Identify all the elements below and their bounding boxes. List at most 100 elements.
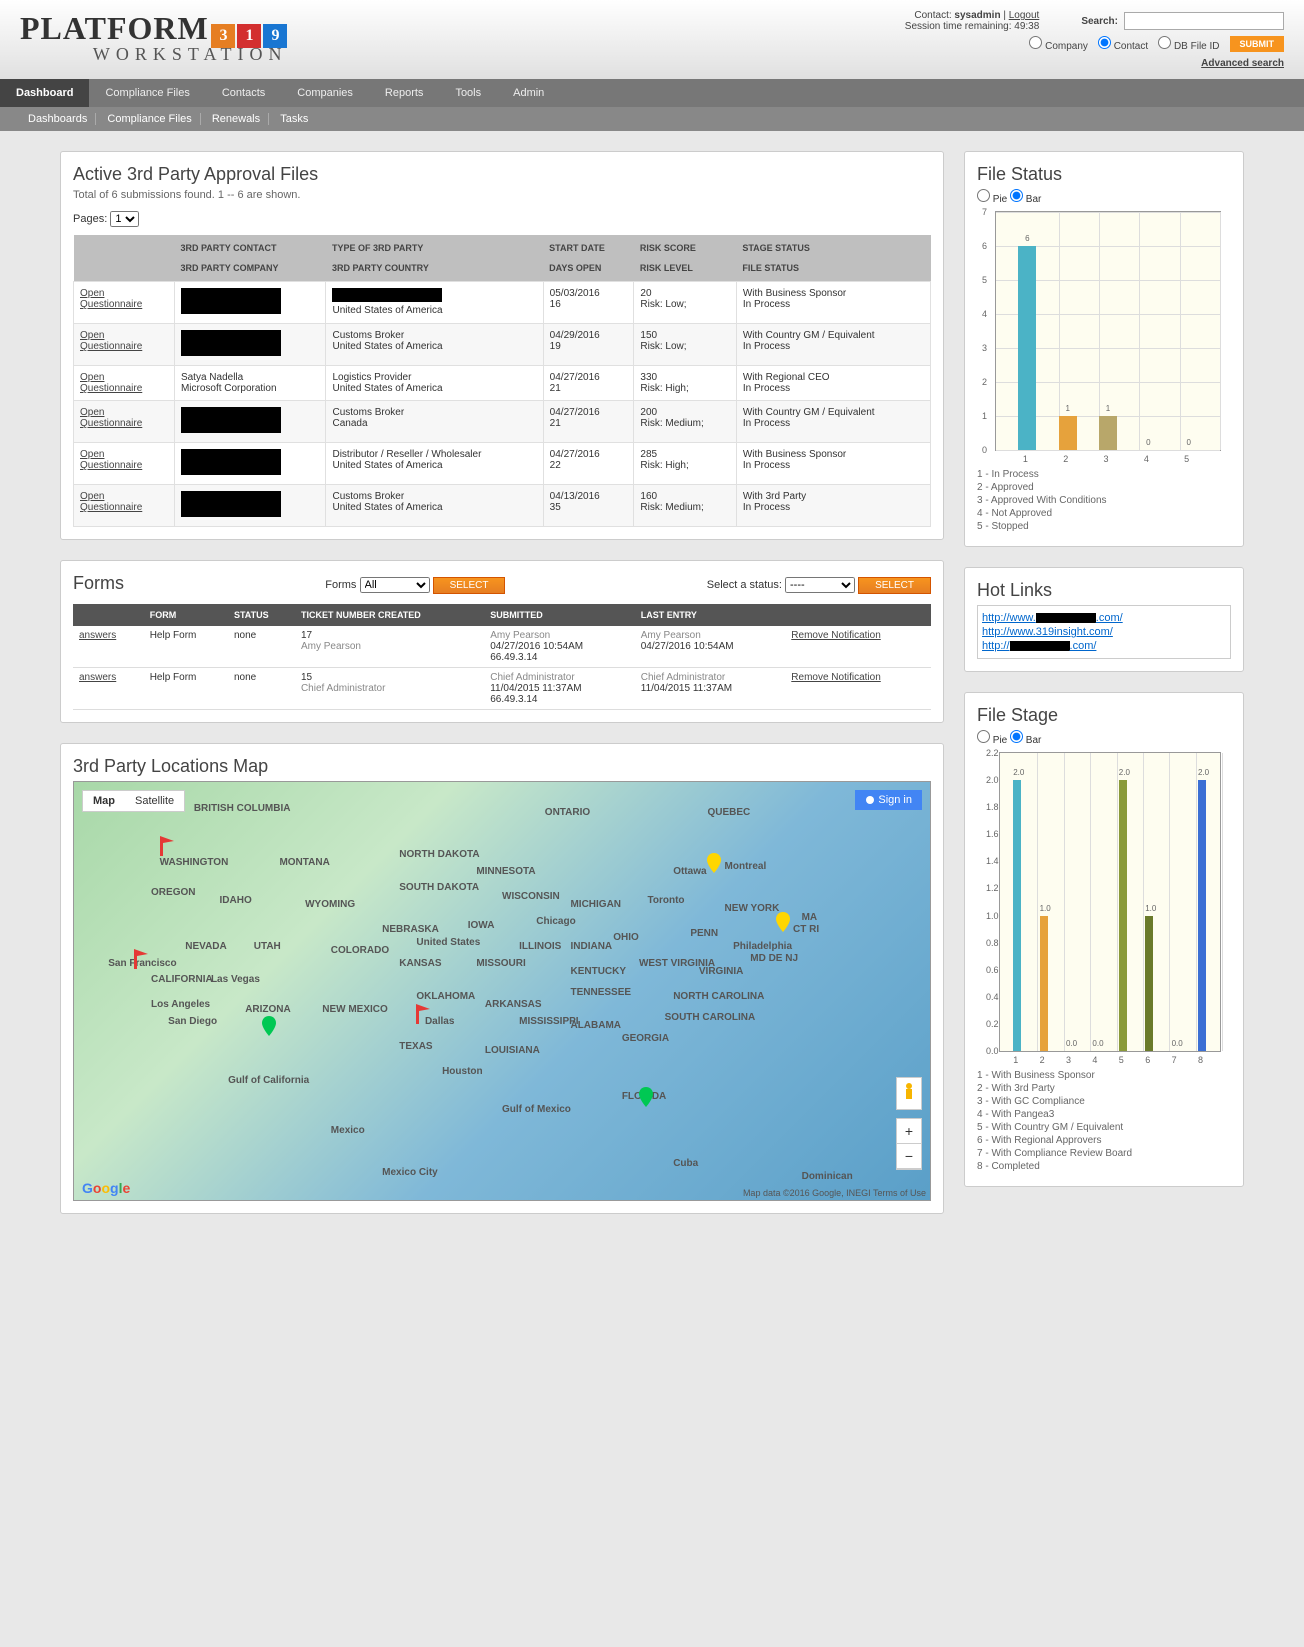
questionnaire-link[interactable]: Questionnaire bbox=[80, 418, 142, 429]
map-pin-yellow[interactable] bbox=[707, 853, 721, 873]
forms-select[interactable]: All bbox=[360, 577, 430, 593]
map-label: Philadelphia bbox=[733, 941, 792, 952]
status-select[interactable]: ---- bbox=[785, 577, 855, 593]
open-link[interactable]: Open bbox=[80, 288, 104, 299]
forms-select-button[interactable]: SELECT bbox=[433, 577, 506, 594]
map-label: KANSAS bbox=[399, 958, 441, 969]
pages-label: Pages: bbox=[73, 213, 107, 225]
pages-select[interactable]: 1 bbox=[110, 211, 139, 227]
tab-reports[interactable]: Reports bbox=[369, 79, 440, 107]
advanced-search-link[interactable]: Advanced search bbox=[1201, 58, 1284, 69]
panel-file-status: File Status Pie Bar 012345676112130405 1… bbox=[964, 151, 1244, 547]
map-title: 3rd Party Locations Map bbox=[73, 756, 931, 777]
map-label: KENTUCKY bbox=[570, 966, 626, 977]
map-label: NEW MEXICO bbox=[322, 1004, 388, 1015]
map-label: ARKANSAS bbox=[485, 999, 542, 1010]
table-row: OpenQuestionnaire Satya NadellaMicrosoft… bbox=[74, 366, 931, 401]
header: PLATFORM 3 1 9 WORKSTATION Contact: sysa… bbox=[0, 0, 1304, 79]
pegman-icon[interactable] bbox=[896, 1077, 922, 1110]
questionnaire-link[interactable]: Questionnaire bbox=[80, 299, 142, 310]
questionnaire-link[interactable]: Questionnaire bbox=[80, 383, 142, 394]
radio-dbfile[interactable]: DB File ID bbox=[1158, 36, 1219, 52]
file-stage-title: File Stage bbox=[977, 705, 1231, 726]
map-label: WISCONSIN bbox=[502, 891, 560, 902]
radio-contact[interactable]: Contact bbox=[1098, 36, 1148, 52]
panel-file-stage: File Stage Pie Bar 0.00.20.40.60.81.01.2… bbox=[964, 692, 1244, 1187]
map-label: TENNESSEE bbox=[570, 987, 631, 998]
nav-secondary: Dashboards Compliance Files Renewals Tas… bbox=[0, 107, 1304, 131]
status-label: Select a status: bbox=[707, 579, 782, 591]
map-pin-green[interactable] bbox=[262, 1016, 276, 1036]
tab-contacts[interactable]: Contacts bbox=[206, 79, 281, 107]
radio-company[interactable]: Company bbox=[1029, 36, 1088, 52]
map-canvas[interactable]: Map Satellite Sign in + − BRITISH COLUMB… bbox=[73, 781, 931, 1201]
subnav-tasks[interactable]: Tasks bbox=[272, 113, 316, 125]
contact-info: Contact: sysadmin | Logout Session time … bbox=[905, 10, 1040, 32]
map-label: WASHINGTON bbox=[160, 857, 229, 868]
subnav-renewals[interactable]: Renewals bbox=[204, 113, 269, 125]
map-label: SOUTH DAKOTA bbox=[399, 882, 479, 893]
map-label: INDIANA bbox=[570, 941, 612, 952]
map-label: OKLAHOMA bbox=[416, 991, 475, 1002]
forms-title: Forms bbox=[73, 573, 124, 594]
stage-pie-radio[interactable]: Pie bbox=[977, 735, 1007, 746]
logout-link[interactable]: Logout bbox=[1009, 10, 1040, 21]
questionnaire-link[interactable]: Questionnaire bbox=[80, 502, 142, 513]
logo: PLATFORM 3 1 9 WORKSTATION bbox=[20, 10, 287, 65]
search-input[interactable] bbox=[1124, 12, 1284, 30]
tab-compliance-files[interactable]: Compliance Files bbox=[89, 79, 205, 107]
status-pie-radio[interactable]: Pie bbox=[977, 194, 1007, 205]
stage-bar-radio[interactable]: Bar bbox=[1010, 735, 1041, 746]
map-type-control[interactable]: Map Satellite bbox=[82, 790, 185, 812]
zoom-in-button[interactable]: + bbox=[897, 1119, 921, 1144]
remove-notification-link[interactable]: Remove Notification bbox=[791, 672, 880, 683]
map-label: CT RI bbox=[793, 924, 819, 935]
map-pin-red[interactable] bbox=[416, 1004, 430, 1024]
panel-hotlinks: Hot Links http://www..com/ http://www.31… bbox=[964, 567, 1244, 672]
tab-dashboard[interactable]: Dashboard bbox=[0, 79, 89, 107]
open-link[interactable]: Open bbox=[80, 330, 104, 341]
chart-bar: 2.0 bbox=[1119, 780, 1127, 1051]
tab-admin[interactable]: Admin bbox=[497, 79, 560, 107]
map-pin-green[interactable] bbox=[639, 1087, 653, 1107]
map-signin-button[interactable]: Sign in bbox=[855, 790, 922, 810]
subnav-compliance[interactable]: Compliance Files bbox=[99, 113, 200, 125]
submit-button[interactable]: SUBMIT bbox=[1230, 36, 1285, 52]
map-label: Houston bbox=[442, 1066, 483, 1077]
map-pin-yellow[interactable] bbox=[776, 912, 790, 932]
zoom-control[interactable]: + − bbox=[896, 1118, 922, 1170]
open-link[interactable]: Open bbox=[80, 491, 104, 502]
status-bar-radio[interactable]: Bar bbox=[1010, 194, 1041, 205]
approval-subtitle: Total of 6 submissions found. 1 -- 6 are… bbox=[73, 189, 931, 201]
map-tab-satellite[interactable]: Satellite bbox=[125, 791, 184, 811]
map-tab-map[interactable]: Map bbox=[83, 791, 125, 811]
status-select-button[interactable]: SELECT bbox=[858, 577, 931, 594]
file-status-chart: 012345676112130405 bbox=[995, 211, 1221, 451]
search-label: Search: bbox=[1081, 16, 1118, 27]
hotlink-3[interactable]: http://.com/ bbox=[982, 640, 1226, 652]
tab-tools[interactable]: Tools bbox=[439, 79, 497, 107]
open-link[interactable]: Open bbox=[80, 372, 104, 383]
map-label: CALIFORNIA bbox=[151, 974, 213, 985]
chart-bar: 1 bbox=[1059, 416, 1077, 450]
questionnaire-link[interactable]: Questionnaire bbox=[80, 341, 142, 352]
remove-notification-link[interactable]: Remove Notification bbox=[791, 630, 880, 641]
open-link[interactable]: Open bbox=[80, 449, 104, 460]
hotlink-2[interactable]: http://www.319insight.com/ bbox=[982, 626, 1226, 638]
map-pin-red[interactable] bbox=[160, 836, 174, 856]
subnav-dashboards[interactable]: Dashboards bbox=[20, 113, 96, 125]
map-pin-red[interactable] bbox=[134, 949, 148, 969]
hotlink-1[interactable]: http://www..com/ bbox=[982, 612, 1226, 624]
chart-bar: 2.0 bbox=[1013, 780, 1021, 1051]
open-link[interactable]: Open bbox=[80, 407, 104, 418]
file-stage-legend: 1 - With Business Sponsor2 - With 3rd Pa… bbox=[977, 1070, 1231, 1172]
questionnaire-link[interactable]: Questionnaire bbox=[80, 460, 142, 471]
map-label: Cuba bbox=[673, 1158, 698, 1169]
tab-companies[interactable]: Companies bbox=[281, 79, 369, 107]
forms-label: Forms bbox=[325, 579, 356, 591]
answers-link[interactable]: answers bbox=[79, 630, 116, 641]
map-label: MICHIGAN bbox=[570, 899, 621, 910]
answers-link[interactable]: answers bbox=[79, 672, 116, 683]
map-label: NORTH DAKOTA bbox=[399, 849, 479, 860]
zoom-out-button[interactable]: − bbox=[897, 1144, 921, 1169]
